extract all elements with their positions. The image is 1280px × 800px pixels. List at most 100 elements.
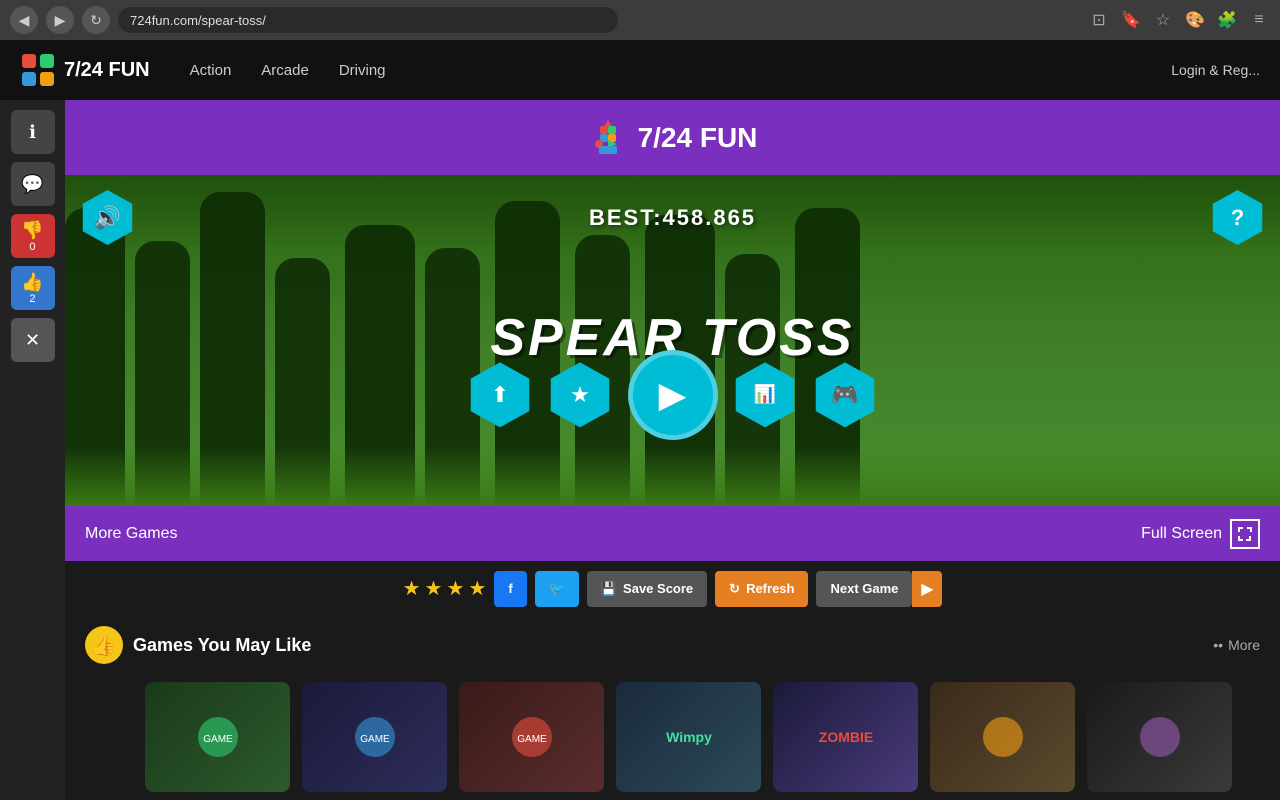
login-button[interactable]: Login & Reg... — [1171, 62, 1260, 78]
game-header-logo: 7/24 FUN — [588, 118, 758, 158]
game-thumb-4[interactable]: Wimpy — [616, 682, 761, 792]
games-thumb-icon: 👍 — [85, 626, 123, 664]
info-icon: ℹ — [29, 122, 36, 143]
info-button[interactable]: ℹ — [11, 110, 55, 154]
save-score-icon: 💾 — [601, 581, 617, 597]
fullscreen-label: Full Screen — [1141, 525, 1222, 543]
close-button[interactable]: ✕ — [11, 318, 55, 362]
more-dots-icon: •• — [1213, 637, 1223, 653]
site-header: 7/24 FUN Action Arcade Driving Login & R… — [0, 40, 1280, 100]
svg-text:GAME: GAME — [517, 734, 547, 745]
color-icon[interactable]: 🎨 — [1184, 9, 1206, 31]
nav-arcade[interactable]: Arcade — [261, 57, 309, 84]
more-games-button[interactable]: More Games — [85, 525, 177, 543]
star-icon: ★ — [570, 382, 590, 408]
facebook-button[interactable]: f — [494, 571, 526, 607]
game-thumb-2[interactable]: GAME — [302, 682, 447, 792]
refresh-button[interactable]: ↻ Refresh — [715, 571, 808, 607]
screen-capture-icon[interactable]: ⊡ — [1088, 9, 1110, 31]
more-button[interactable]: •• More — [1213, 637, 1260, 653]
game-thumb-3[interactable]: GAME — [459, 682, 604, 792]
fullscreen-button[interactable]: Full Screen — [1141, 519, 1260, 549]
game-thumb-7[interactable] — [1087, 682, 1232, 792]
more-label: More — [1228, 637, 1260, 653]
thumb-img-1: GAME — [178, 707, 258, 767]
games-section-title: Games You May Like — [133, 635, 311, 656]
games-row: GAME GAME GAME — [65, 674, 1280, 800]
help-icon: ? — [1231, 205, 1244, 231]
next-game-arrow[interactable]: ▶ — [912, 571, 942, 607]
next-arrow-icon: ▶ — [921, 579, 933, 599]
dislike-count: 0 — [29, 241, 35, 253]
game-header-bar: 7/24 FUN — [65, 100, 1280, 175]
help-button[interactable]: ? — [1210, 190, 1265, 245]
like-icon: 👍 — [21, 272, 43, 293]
like-count: 2 — [29, 293, 35, 305]
comment-button[interactable]: 💬 — [11, 162, 55, 206]
star-rating[interactable]: ★ ★ ★ ★ — [403, 576, 487, 601]
game-ui-top: 🔊 BEST:458.865 ? — [80, 190, 1265, 245]
dislike-button[interactable]: 👎 0 — [11, 214, 55, 258]
game-frame-wrapper[interactable]: 🔊 BEST SPEA... ⬆ ★ ▶ — [65, 175, 1280, 506]
game-area: 7/24 FUN — [65, 100, 1280, 800]
next-game-group: Next Game ▶ — [816, 571, 942, 607]
left-sidebar: ℹ 💬 👎 0 👍 2 ✕ — [0, 100, 65, 800]
main-content: ℹ 💬 👎 0 👍 2 ✕ — [0, 100, 1280, 800]
play-button[interactable]: ▶ — [628, 350, 718, 440]
gamepad-button[interactable]: 🎮 — [813, 362, 878, 427]
address-bar[interactable]: 724fun.com/spear-toss/ — [118, 7, 618, 33]
next-game-button[interactable]: Next Game — [816, 571, 912, 607]
thumb-img-6 — [963, 707, 1043, 767]
comment-icon: 💬 — [21, 174, 43, 195]
save-score-button[interactable]: 💾 Save Score — [587, 571, 707, 607]
star-4: ★ — [468, 576, 486, 601]
share-button[interactable]: ⬆ — [468, 362, 533, 427]
game-logo-icon — [588, 118, 628, 158]
game-header-logo-text: 7/24 FUN — [638, 122, 758, 154]
game-thumb-1[interactable]: GAME — [145, 682, 290, 792]
back-button[interactable]: ◀ — [10, 6, 38, 34]
thumbs-up-icon: 👍 — [92, 633, 117, 658]
facebook-icon: f — [508, 581, 512, 596]
star-bookmark-icon[interactable]: ☆ — [1152, 9, 1174, 31]
game-thumb-6[interactable] — [930, 682, 1075, 792]
play-icon: ▶ — [659, 374, 687, 416]
browser-bar: ◀ ▶ ↻ 724fun.com/spear-toss/ ⊡ 🔖 ☆ 🎨 🧩 ≡ — [0, 0, 1280, 40]
close-icon: ✕ — [25, 330, 40, 351]
favorite-button[interactable]: ★ — [548, 362, 613, 427]
thumb-img-4: Wimpy — [649, 707, 729, 767]
best-score: BEST:458.865 — [589, 205, 756, 231]
game-center-buttons: ⬆ ★ ▶ 📊 🎮 — [468, 350, 878, 440]
sound-button[interactable]: 🔊 — [80, 190, 135, 245]
menu-icon[interactable]: ≡ — [1248, 9, 1270, 31]
nav-action[interactable]: Action — [190, 57, 232, 84]
thumb-img-3: GAME — [492, 707, 572, 767]
logo-text: 7/24 FUN — [64, 59, 150, 82]
bookmark-icon[interactable]: 🔖 — [1120, 9, 1142, 31]
thumb-img-2: GAME — [335, 707, 415, 767]
game-instance-front: 🔊 BEST:458.865 ? SPEAR TOSS ⬆ — [65, 175, 1280, 506]
twitter-icon: 🐦 — [549, 581, 565, 597]
svg-text:GAME: GAME — [360, 734, 390, 745]
gamepad-icon: 🎮 — [831, 382, 858, 408]
game-canvas-front: 🔊 BEST:458.865 ? SPEAR TOSS ⬆ — [65, 175, 1280, 506]
address-text: 724fun.com/spear-toss/ — [130, 13, 266, 28]
game-thumb-5[interactable]: ZOMBIE — [773, 682, 918, 792]
twitter-button[interactable]: 🐦 — [535, 571, 579, 607]
nav-driving[interactable]: Driving — [339, 57, 386, 84]
forward-button[interactable]: ▶ — [46, 6, 74, 34]
star-2: ★ — [425, 576, 443, 601]
leaderboard-icon: 📊 — [754, 384, 776, 405]
ground — [65, 446, 1280, 506]
svg-text:ZOMBIE: ZOMBIE — [818, 729, 872, 745]
like-button[interactable]: 👍 2 — [11, 266, 55, 310]
sound-icon: 🔊 — [94, 205, 121, 231]
leaderboard-button[interactable]: 📊 — [733, 362, 798, 427]
refresh-icon: ↻ — [729, 581, 740, 597]
next-game-label: Next Game — [830, 581, 898, 596]
star-1: ★ — [403, 576, 421, 601]
site-logo[interactable]: 7/24 FUN — [20, 52, 150, 88]
puzzle-icon[interactable]: 🧩 — [1216, 9, 1238, 31]
refresh-button[interactable]: ↻ — [82, 6, 110, 34]
browser-icons: ⊡ 🔖 ☆ 🎨 🧩 ≡ — [1088, 9, 1270, 31]
